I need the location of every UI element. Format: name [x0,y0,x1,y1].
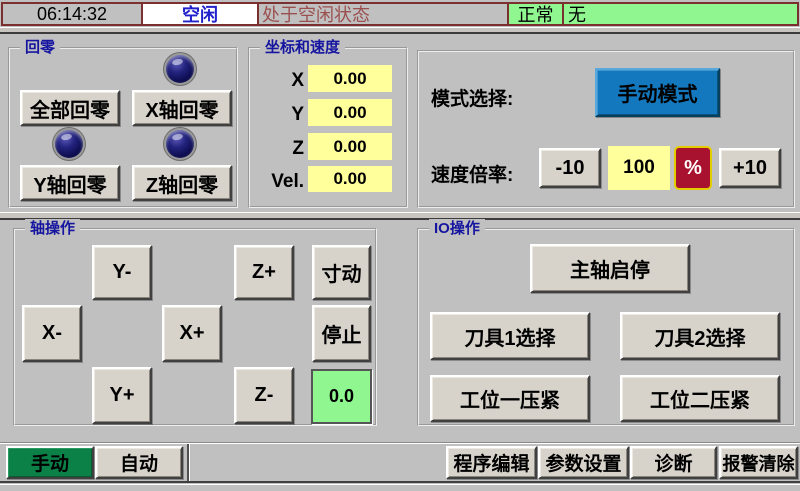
velocity-value: 0.00 [308,166,392,192]
top-divider [0,27,800,34]
y-position-value: 0.00 [308,99,392,126]
x-position-value: 0.00 [308,65,392,92]
home-all-button[interactable]: 全部回零 [20,90,120,126]
machine-state: 空闲 [141,4,257,24]
axis-group: 轴操作 Y- Z+ 寸动 X- X+ 停止 Y+ Z- 0.0 [13,228,377,426]
home-z-button[interactable]: Z轴回零 [132,165,232,201]
bottom-divider [0,442,800,444]
z-minus-button[interactable]: Z- [234,367,294,424]
z-plus-button[interactable]: Z+ [234,245,294,300]
auto-mode-tab[interactable]: 自动 [95,446,183,479]
homing-group: 回零 全部回零 X轴回零 Y轴回零 Z轴回零 [8,47,238,208]
diagnosis-button[interactable]: 诊断 [630,446,717,479]
stop-button[interactable]: 停止 [312,305,371,362]
homing-group-title: 回零 [20,38,60,58]
y-home-led [55,130,83,158]
param-settings-button[interactable]: 参数设置 [538,446,629,479]
manual-mode-tab[interactable]: 手动 [6,446,94,479]
tool1-select-button[interactable]: 刀具1选择 [430,312,590,360]
velocity-label: Vel. [254,168,304,195]
alarm-message: 无 [562,4,797,24]
y-plus-button[interactable]: Y+ [92,367,152,424]
station1-clamp-button[interactable]: 工位一压紧 [430,375,590,422]
z-position-value: 0.00 [308,133,392,160]
y-axis-label: Y [254,101,304,128]
z-axis-label: Z [254,135,304,162]
home-x-button[interactable]: X轴回零 [132,90,232,126]
rate-minus-button[interactable]: -10 [539,148,601,188]
tool2-select-button[interactable]: 刀具2选择 [620,312,780,360]
footer-divider [0,481,800,485]
x-axis-label: X [254,67,304,94]
middle-divider [0,212,800,220]
clock: 06:14:32 [3,4,141,24]
y-minus-button[interactable]: Y- [92,245,152,300]
x-minus-button[interactable]: X- [22,305,82,362]
mode-select-label: 模式选择: [431,84,513,111]
x-plus-button[interactable]: X+ [162,305,222,362]
rate-plus-button[interactable]: +10 [719,148,781,188]
jog-button[interactable]: 寸动 [312,245,371,300]
coords-group: 坐标和速度 X 0.00 Y 0.00 Z 0.00 Vel. 0.00 [248,47,408,208]
axis-group-title: 轴操作 [25,219,80,239]
status-bar: 06:14:32 空闲 处于空闲状态 正常 无 [1,2,799,26]
io-group-title: IO操作 [429,219,485,239]
program-edit-button[interactable]: 程序编辑 [446,446,537,479]
coords-group-title: 坐标和速度 [260,38,345,58]
rate-value: 100 [608,146,670,190]
station2-clamp-button[interactable]: 工位二压紧 [620,375,780,422]
x-home-led [166,55,194,83]
percent-unit: % [674,146,712,190]
home-y-button[interactable]: Y轴回零 [20,165,120,201]
spindle-toggle-button[interactable]: 主轴启停 [530,244,690,293]
mode-group: 模式选择: 手动模式 速度倍率: -10 100 % +10 [417,50,795,208]
jog-step-value: 0.0 [311,369,372,424]
alarm-clear-button[interactable]: 报警清除 [719,446,798,479]
io-group: IO操作 主轴启停 刀具1选择 刀具2选择 工位一压紧 工位二压紧 [417,228,795,426]
mode-button[interactable]: 手动模式 [595,68,720,117]
z-home-led [166,130,194,158]
bottom-bar-separator [187,444,189,482]
speed-rate-label: 速度倍率: [431,160,513,187]
alarm-state: 正常 [507,4,562,24]
status-message: 处于空闲状态 [257,4,507,24]
